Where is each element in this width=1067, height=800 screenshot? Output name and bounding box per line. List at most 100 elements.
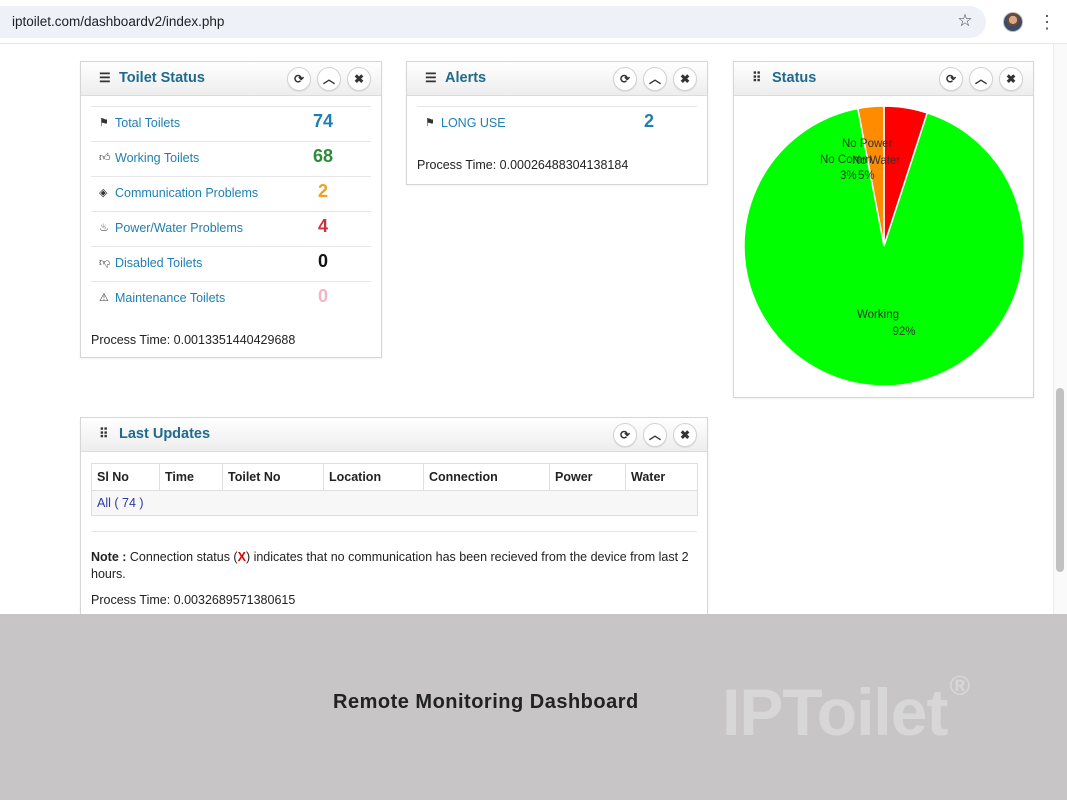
- close-icon[interactable]: ✖: [673, 423, 697, 447]
- collapse-icon[interactable]: ︿: [643, 423, 667, 447]
- flag-icon: ⚑: [425, 117, 435, 129]
- logo-text: IPToilet: [722, 675, 948, 749]
- stat-row-total[interactable]: ⚑ Total Toilets 74: [91, 106, 371, 140]
- iptoilet-logo: IPToilet®: [722, 670, 970, 750]
- col-location[interactable]: Location: [323, 463, 424, 491]
- last-updates-widget: ⠿ Last Updates ⟳ ︿ ✖ Sl No Time Toilet No…: [80, 417, 708, 627]
- widget-title-text: Alerts: [445, 70, 487, 86]
- alert-label[interactable]: LONG USE: [441, 116, 506, 130]
- widget-tools: ⟳ ︿ ✖: [939, 67, 1023, 91]
- stat-value: 4: [317, 216, 328, 236]
- widget-title-text: Status: [772, 70, 817, 86]
- grid-icon: ⠿: [99, 426, 109, 441]
- table-header-row: Sl No Time Toilet No Location Connection…: [91, 463, 698, 491]
- status-widget: ⠿ Status ⟳ ︿ ✖ Working 92% No Comm 3% No …: [733, 61, 1034, 398]
- stat-value: 68: [312, 146, 334, 166]
- stat-label[interactable]: Communication Problems: [115, 186, 258, 200]
- col-time[interactable]: Time: [159, 463, 223, 491]
- stat-row-disabled[interactable]: 👎︎ Disabled Toilets 0: [91, 246, 371, 280]
- refresh-icon[interactable]: ⟳: [287, 67, 311, 91]
- stat-label[interactable]: Total Toilets: [115, 116, 180, 130]
- pie-label-no-power-pct: 5%: [858, 170, 875, 182]
- col-sl-no[interactable]: Sl No: [91, 463, 160, 491]
- close-icon[interactable]: ✖: [347, 67, 371, 91]
- browser-toolbar: iptoilet.com/dashboardv2/index.php ☆ ⋮: [0, 0, 1067, 44]
- note-prefix: Note :: [91, 550, 127, 564]
- scrollbar-thumb[interactable]: [1056, 388, 1064, 572]
- avatar[interactable]: [1003, 12, 1023, 32]
- stat-value: 0: [317, 286, 328, 306]
- widget-header: ☰ Toilet Status ⟳ ︿ ✖: [81, 62, 381, 96]
- alert-value: 2: [643, 111, 654, 131]
- widget-header: ⠿ Last Updates ⟳ ︿ ✖: [81, 418, 707, 452]
- all-filter-link[interactable]: All ( 74 ): [97, 496, 144, 510]
- signal-icon: ◈: [99, 187, 108, 199]
- widget-header: ☰ Alerts ⟳ ︿ ✖: [407, 62, 707, 96]
- pie-label-working: Working: [857, 309, 899, 321]
- widget-title: ☰ Alerts: [425, 70, 486, 86]
- x-status-mark: X: [237, 550, 246, 564]
- widget-title-text: Last Updates: [119, 426, 211, 442]
- address-bar[interactable]: iptoilet.com/dashboardv2/index.php ☆: [0, 6, 986, 38]
- status-pie-chart: Working 92% No Comm 3% No Power No Water…: [742, 104, 1026, 388]
- widget-tools: ⟳ ︿ ✖: [613, 423, 697, 447]
- table-row: All ( 74 ): [91, 490, 698, 516]
- grid-icon: ⠿: [752, 70, 762, 85]
- process-time: Process Time: 0.00026488304138184: [417, 158, 629, 172]
- refresh-icon[interactable]: ⟳: [613, 67, 637, 91]
- flag-icon: ⚑: [99, 117, 109, 129]
- process-time: Process Time: 0.0013351440429688: [91, 333, 296, 347]
- list-icon: ☰: [425, 70, 437, 85]
- stat-row-communication[interactable]: ◈ Communication Problems 2: [91, 176, 371, 210]
- process-time: Process Time: 0.0032689571380615: [91, 593, 296, 607]
- toilet-status-widget: ☰ Toilet Status ⟳ ︿ ✖ ⚑ Total Toilets 74 …: [80, 61, 382, 358]
- refresh-icon[interactable]: ⟳: [939, 67, 963, 91]
- stat-row-maintenance[interactable]: ⚠ Maintenance Toilets 0: [91, 281, 371, 315]
- close-icon[interactable]: ✖: [999, 67, 1023, 91]
- stat-row-power-water[interactable]: ♨ Power/Water Problems 4: [91, 211, 371, 245]
- widget-title: ⠿ Status: [752, 70, 816, 86]
- collapse-icon[interactable]: ︿: [317, 67, 341, 91]
- stat-row-working[interactable]: 👍︎ Working Toilets 68: [91, 141, 371, 175]
- widget-title-text: Toilet Status: [119, 70, 205, 86]
- widget-header: ⠿ Status ⟳ ︿ ✖: [734, 62, 1033, 96]
- kebab-menu-icon[interactable]: ⋮: [1038, 10, 1056, 34]
- widget-tools: ⟳ ︿ ✖: [287, 67, 371, 91]
- refresh-icon[interactable]: ⟳: [613, 423, 637, 447]
- note-text-1: Connection status (: [126, 550, 238, 564]
- star-icon[interactable]: ☆: [955, 11, 975, 31]
- col-water[interactable]: Water: [625, 463, 698, 491]
- pie-label-working-pct: 92%: [892, 326, 915, 338]
- updates-table: Sl No Time Toilet No Location Connection…: [91, 463, 698, 516]
- thumbs-up-icon: 👍︎: [99, 152, 111, 164]
- col-power[interactable]: Power: [549, 463, 626, 491]
- alert-row-long-use[interactable]: ⚑ LONG USE 2: [417, 106, 697, 140]
- stat-label[interactable]: Maintenance Toilets: [115, 291, 225, 305]
- stat-label[interactable]: Power/Water Problems: [115, 221, 243, 235]
- stat-label[interactable]: Working Toilets: [115, 151, 199, 165]
- close-icon[interactable]: ✖: [673, 67, 697, 91]
- stat-value: 0: [317, 251, 328, 271]
- banner-caption: Remote Monitoring Dashboard: [333, 691, 639, 713]
- widget-title: ☰ Toilet Status: [99, 70, 205, 86]
- table-cell: All ( 74 ): [91, 490, 698, 516]
- alerts-widget: ☰ Alerts ⟳ ︿ ✖ ⚑ LONG USE 2 Process Time:…: [406, 61, 708, 185]
- warning-icon: ⚠: [99, 292, 109, 304]
- collapse-icon[interactable]: ︿: [969, 67, 993, 91]
- divider: [91, 531, 697, 532]
- fire-icon: ♨: [99, 222, 109, 234]
- registered-mark: ®: [949, 670, 970, 701]
- col-toilet-no[interactable]: Toilet No: [222, 463, 324, 491]
- stat-value: 74: [312, 111, 334, 131]
- collapse-icon[interactable]: ︿: [643, 67, 667, 91]
- widget-title: ⠿ Last Updates: [99, 426, 210, 442]
- pie-label-no-power: No Power: [842, 138, 893, 150]
- pie-label-no-comm-pct: 3%: [840, 170, 857, 182]
- pie-svg: Working 92% No Comm 3% No Power No Water…: [743, 105, 1025, 387]
- stat-label[interactable]: Disabled Toilets: [115, 256, 202, 270]
- list-icon: ☰: [99, 70, 111, 85]
- col-connection[interactable]: Connection: [423, 463, 550, 491]
- thumbs-down-icon: 👎︎: [99, 257, 111, 269]
- url-text[interactable]: iptoilet.com/dashboardv2/index.php: [12, 14, 224, 29]
- stat-value: 2: [317, 181, 328, 201]
